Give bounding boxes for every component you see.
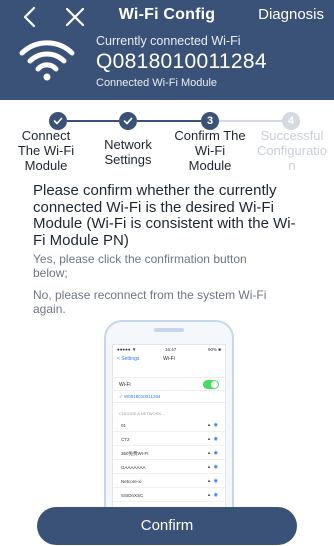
step-1-label: Connect The Wi-Fi Module bbox=[17, 128, 75, 173]
wifi-lock-icon: ▴ ◉ bbox=[207, 422, 219, 428]
phone-nav-bar: < Settings Wi-Fi bbox=[113, 355, 225, 365]
step-2-done-indicator bbox=[119, 112, 137, 130]
phone-network-row: CT2 ▴ ◉ bbox=[113, 433, 225, 446]
wifi-icon bbox=[19, 40, 75, 81]
nav-bar: Wi-Fi Config Diagnosis bbox=[0, 0, 334, 34]
phone-network-name: Netcore-xi bbox=[121, 479, 142, 484]
step-2-label: Network Settings bbox=[104, 137, 152, 167]
diagnosis-button[interactable]: Diagnosis bbox=[258, 6, 324, 23]
phone-network-name: 01 bbox=[121, 423, 127, 428]
phone-network-row: 360免费WI-FI ▴ ◉ bbox=[113, 447, 225, 460]
phone-signal: ●●●●● ▼ bbox=[117, 347, 137, 352]
close-icon[interactable] bbox=[64, 6, 86, 28]
phone-speaker bbox=[154, 328, 184, 332]
step-4-label: Successful Configuratio n bbox=[256, 128, 328, 173]
wifi-lock-icon: ▴ ◉ bbox=[207, 464, 219, 470]
step-connector bbox=[137, 120, 201, 122]
hint-yes-text: Yes, please click the confirmation butto… bbox=[33, 252, 247, 280]
hint-no-text: No, please reconnect from the system Wi-… bbox=[33, 288, 267, 316]
phone-network-row: Netcore-xi ▴ ◉ bbox=[113, 475, 225, 488]
phone-screen: ●●●●● ▼ 16:47 90% ■ < Settings Wi-Fi Wi-… bbox=[112, 344, 226, 510]
step-connector bbox=[67, 120, 119, 122]
phone-network-row: 01 ▴ ◉ bbox=[113, 419, 225, 432]
phone-section-header: CHOOSE A NETWORK... bbox=[119, 411, 165, 416]
phone-wlan-toggle bbox=[203, 380, 219, 389]
phone-status-bar: ●●●●● ▼ 16:47 90% ■ bbox=[113, 347, 225, 355]
check-icon bbox=[123, 117, 133, 125]
phone-network-name: 360免费WI-FI bbox=[121, 451, 149, 456]
confirm-button[interactable]: Confirm bbox=[37, 507, 297, 545]
step-connector bbox=[219, 120, 282, 122]
step-3-label: Confirm The Wi-Fi Module bbox=[174, 128, 246, 173]
phone-wlan-label: Wi-Fi bbox=[119, 382, 131, 388]
phone-battery: 90% ■ bbox=[208, 347, 221, 352]
wifi-lock-icon: ▴ ◉ bbox=[207, 450, 219, 456]
current-wifi-subtitle: Connected Wi-Fi Module bbox=[96, 77, 218, 89]
confirm-instruction: Please confirm whether the currently con… bbox=[33, 182, 296, 249]
phone-connected-row: ✓ W0818010011284 bbox=[113, 391, 225, 403]
phone-network-name: GAAAAAAA bbox=[121, 465, 146, 470]
phone-network-name: SSIDnXSC bbox=[121, 493, 144, 498]
phone-nav-title: Wi-Fi bbox=[163, 356, 175, 362]
phone-network-name: CT2 bbox=[121, 437, 130, 442]
header: Wi-Fi Config Diagnosis Currently connect… bbox=[0, 0, 334, 100]
phone-network-row: GAAAAAAA ▴ ◉ bbox=[113, 461, 225, 474]
wifi-lock-icon: ▴ ◉ bbox=[207, 478, 219, 484]
wifi-lock-icon: ▴ ◉ bbox=[207, 436, 219, 442]
check-icon bbox=[53, 117, 63, 125]
wifi-lock-icon: ▴ ◉ bbox=[207, 492, 219, 498]
phone-wlan-row: Wi-Fi bbox=[113, 377, 225, 391]
phone-illustration: ●●●●● ▼ 16:47 90% ■ < Settings Wi-Fi Wi-… bbox=[104, 320, 234, 510]
progress-stepper: 3 4 Connect The Wi-Fi Module Network Set… bbox=[0, 100, 334, 180]
phone-network-row: SSIDnXSC ▴ ◉ bbox=[113, 489, 225, 502]
chevron-left-icon[interactable] bbox=[20, 6, 42, 28]
current-wifi-ssid: Q0818010011284 bbox=[96, 50, 267, 73]
phone-connected-network: ✓ W0818010011284 bbox=[119, 394, 161, 399]
page-title: Wi-Fi Config bbox=[118, 6, 216, 23]
phone-time: 16:47 bbox=[165, 347, 177, 352]
current-wifi-label: Currently connected Wi-Fi bbox=[96, 34, 241, 48]
